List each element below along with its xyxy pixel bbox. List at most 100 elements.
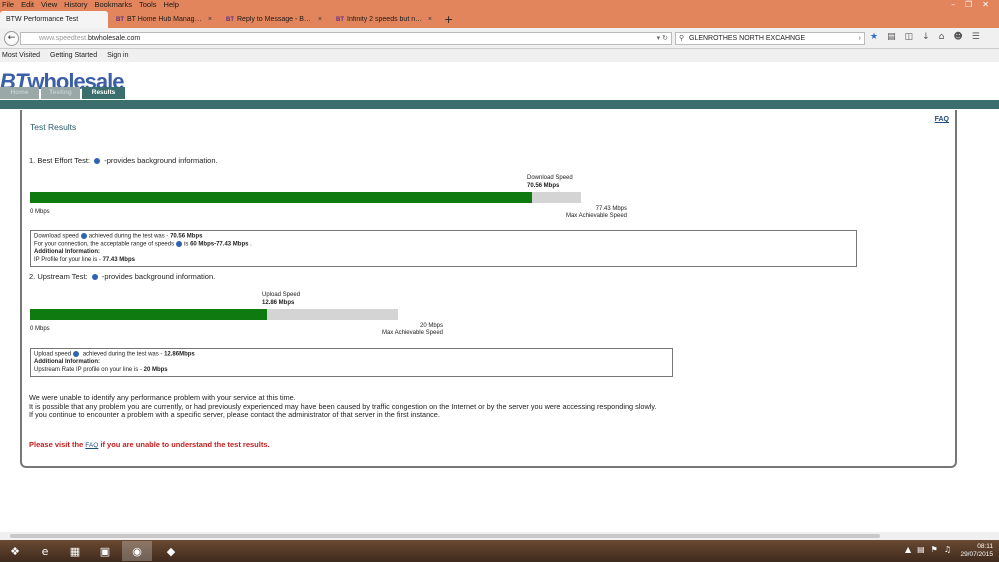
bookmarks-list-icon[interactable]: ▤ [887,32,896,42]
bookmark-star-icon[interactable]: ★ [870,32,878,42]
scrollbar-thumb[interactable] [10,534,880,538]
visit-faq-notice: Please visit the FAQ if you are unable t… [29,440,270,449]
menu-icon[interactable]: ☰ [972,32,980,42]
file-explorer-icon[interactable]: ▦ [60,541,90,561]
download-heading-text: 1. Best Effort Test: [29,156,91,165]
info-icon[interactable] [91,274,98,281]
clock-time: 08:11 [977,543,993,550]
upstream-profile-value: 20 Mbps [143,366,168,373]
additional-info-label: Additional Information: [34,249,100,256]
download-max-label: 77.43 Mbps Max Achievable Speed [547,206,627,220]
bookmark-getting-started[interactable]: Getting Started [50,49,97,62]
upload-speed-label: Upload Speed 12.86 Mbps [262,291,300,307]
site-tab-home[interactable]: Home [0,87,39,99]
summary-line: If you continue to encounter a problem w… [29,410,440,420]
close-tab-icon[interactable]: × [208,16,212,23]
internet-explorer-icon[interactable]: e [30,541,60,561]
download-min-label: 0 Mbps [30,209,50,215]
download-info-box: Download speed achieved during the test w… [30,230,857,268]
downloads-icon[interactable]: ↓ [922,32,930,42]
summary-text: We were unable to identify any performan… [29,393,656,420]
tab-infinity-2-speeds[interactable]: BT Infinity 2 speeds but not d... × [330,11,438,28]
new-tab-button[interactable]: + [440,11,457,28]
tab-btw-performance[interactable]: BTW Performance Test [0,11,108,28]
acceptable-range-value: 60 Mbps-77.43 Mbps [190,241,249,248]
upload-speed-value: 12.86 Mbps [262,300,295,306]
site-tab-testing[interactable]: Testing [41,87,80,99]
back-button[interactable]: ← [4,31,19,46]
bookmark-sign-in[interactable]: Sign in [107,49,128,62]
notice-text: Please visit the [29,440,86,449]
menu-bookmarks[interactable]: Bookmarks [95,0,133,10]
info-icon[interactable] [176,241,183,248]
chat-icon[interactable]: ☻ [953,32,962,42]
search-value: GLENROTHES NORTH EXCAHNGE [689,35,806,42]
tab-label: Infinity 2 speeds but not d... [347,16,425,23]
site-tab-results[interactable]: Results [82,87,125,99]
download-heading-suffix: -provides background information. [104,156,218,165]
clock[interactable]: 08:11 29/07/2015 [960,543,993,559]
search-go-icon[interactable]: › [859,33,861,44]
tab-strip: BTW Performance Test BT BT Home Hub Mana… [0,11,457,28]
tray-expand-icon[interactable]: ▲ [905,545,911,554]
bookmarks-bar: Most Visited Getting Started Sign in [0,49,999,62]
info-icon[interactable] [94,158,101,165]
address-bar[interactable]: www.speedtest.btwholesale.com ▾ ↻ [20,32,672,45]
tab-home-hub-manager[interactable]: BT BT Home Hub Manager - I... × [110,11,218,28]
bt-favicon-icon: BT [336,16,344,23]
faq-inline-link[interactable]: FAQ [85,442,98,449]
url-prefix: www.speedtest. [39,35,89,42]
info-icon[interactable] [80,233,87,239]
menu-edit[interactable]: Edit [21,0,34,10]
close-tab-icon[interactable]: × [428,16,432,23]
info-icon[interactable] [73,351,80,357]
menu-tools[interactable]: Tools [139,0,157,10]
bookmark-most-visited[interactable]: Most Visited [2,49,40,62]
network-icon[interactable]: ▤ [917,545,925,554]
clock-date: 29/07/2015 [960,551,993,558]
notice-text: if you are unable to understand the test… [98,440,270,449]
app-icon[interactable]: ◆ [156,541,186,561]
tab-reply-to-message[interactable]: BT Reply to Message - BTCare... × [220,11,328,28]
search-input[interactable]: ⚲ GLENROTHES NORTH EXCAHNGE › [675,32,865,45]
horizontal-scrollbar[interactable] [0,532,999,540]
reload-icon[interactable]: ▾ ↻ [657,33,668,44]
menu-history[interactable]: History [64,0,87,10]
download-max-text: Max Achievable Speed [565,213,627,219]
menu-view[interactable]: View [41,0,57,10]
flag-icon[interactable]: ⚑ [931,545,938,554]
download-heading: 1. Best Effort Test: -provides backgroun… [29,156,218,165]
start-icon[interactable]: ❖ [0,541,30,561]
window-controls: – ❐ ✕ [951,0,989,9]
pocket-icon[interactable]: ◫ [905,32,914,42]
upload-result-value: 12.86Mbps [164,351,195,358]
bt-favicon-icon: BT [226,16,234,23]
title-bar: File Edit View History Bookmarks Tools H… [0,0,999,28]
upload-max-label: 20 Mbps Max Achievable Speed [363,323,443,337]
info-text: Upstream Rate IP profile on your line is… [34,366,144,373]
menu-help[interactable]: Help [164,0,179,10]
close-window-button[interactable]: ✕ [982,0,989,9]
download-max-value: 77.43 Mbps [595,206,627,212]
close-tab-icon[interactable]: × [318,16,322,23]
navigation-bar: ← www.speedtest.btwholesale.com ▾ ↻ ⚲ GL… [0,28,999,49]
additional-info-label: Additional Information: [34,359,100,366]
home-icon[interactable]: ⌂ [939,32,945,42]
site-nav: Home Testing Results [0,87,125,99]
volume-icon[interactable]: ♫ [944,545,951,554]
results-panel: Test Results FAQ 1. Best Effort Test: -p… [20,110,957,468]
upload-heading-text: 2. Upstream Test: [29,272,88,281]
maximize-button[interactable]: ❐ [965,0,972,9]
info-text: achieved during the test was - [88,233,171,240]
minimize-button[interactable]: – [951,0,955,9]
toolbar-icons: ★ ▤ ◫ ↓ ⌂ ☻ ☰ [870,32,980,42]
faq-link[interactable]: FAQ [935,116,949,123]
download-speed-bar [30,192,581,203]
upload-max-value: 20 Mbps [419,323,443,329]
system-tray: ▲ ▤ ⚑ ♫ [905,545,951,554]
excel-icon[interactable]: ▣ [90,541,120,561]
page-title: Test Results [30,122,77,132]
menu-file[interactable]: File [2,0,14,10]
header-band [0,100,999,109]
firefox-icon[interactable]: ◉ [122,541,152,561]
